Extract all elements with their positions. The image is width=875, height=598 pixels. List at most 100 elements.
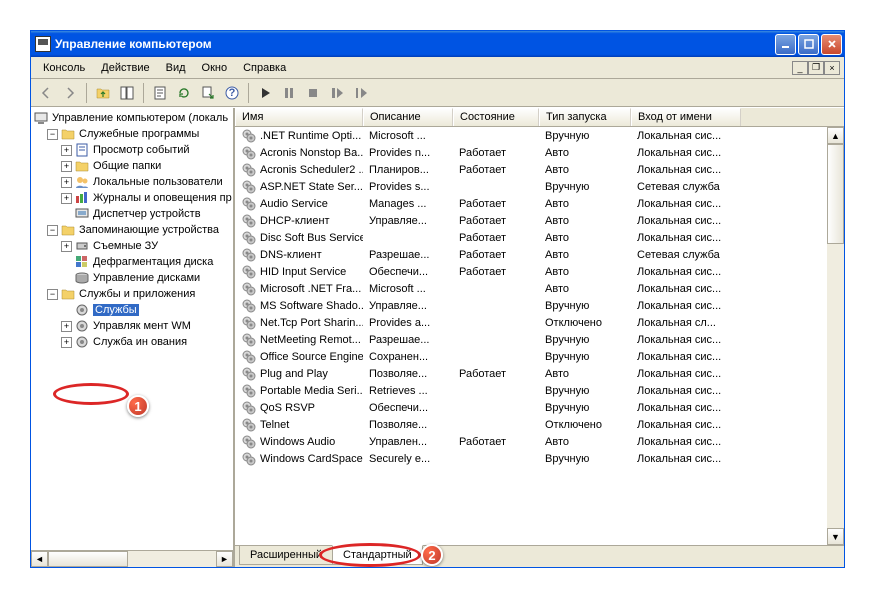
service-row[interactable]: Net.Tcp Port Sharin...Provides a...Отклю… [235, 314, 844, 331]
close-button[interactable] [821, 34, 842, 55]
export-button[interactable] [197, 82, 219, 104]
scroll-right-button[interactable]: ► [216, 551, 233, 567]
stop-service-button[interactable] [302, 82, 324, 104]
properties-button[interactable] [149, 82, 171, 104]
service-row[interactable]: Windows AudioУправлен...РаботаетАвтоЛока… [235, 433, 844, 450]
col-state[interactable]: Состояние [453, 108, 539, 126]
mdi-close[interactable]: × [824, 61, 840, 75]
service-logon: Локальная сис... [631, 147, 741, 159]
menu-console[interactable]: Консоль [35, 60, 93, 76]
scroll-up-button[interactable]: ▲ [827, 127, 844, 144]
col-logon[interactable]: Вход от имени [631, 108, 741, 126]
tree-item[interactable]: Службы [33, 302, 231, 318]
tree-item[interactable]: +Просмотр событий [33, 142, 231, 158]
service-row[interactable]: HID Input ServiceОбеспечи...РаботаетАвто… [235, 263, 844, 280]
tree-item[interactable]: +Общие папки [33, 158, 231, 174]
forward-button[interactable] [59, 82, 81, 104]
service-startup: Авто [539, 215, 631, 227]
service-logon: Локальная сис... [631, 164, 741, 176]
service-row[interactable]: MS Software Shado...Управляе...ВручнуюЛо… [235, 297, 844, 314]
service-row[interactable]: DNS-клиентРазрешае...РаботаетАвтоСетевая… [235, 246, 844, 263]
tree[interactable]: Управление компьютером (локаль −Служебны… [31, 108, 233, 550]
service-startup: Вручную [539, 300, 631, 312]
expand-toggle[interactable]: + [61, 145, 72, 156]
restart-service-button[interactable] [326, 82, 348, 104]
col-description[interactable]: Описание [363, 108, 453, 126]
vscrollbar[interactable]: ▲ ▼ [827, 127, 844, 545]
expand-toggle[interactable]: + [61, 177, 72, 188]
expand-toggle[interactable]: + [61, 241, 72, 252]
pause-service-button[interactable] [278, 82, 300, 104]
scroll-down-button[interactable]: ▼ [827, 528, 844, 545]
service-row[interactable]: NetMeeting Remot...Разрешае...ВручнуюЛок… [235, 331, 844, 348]
service-row[interactable]: .NET Runtime Opti...Microsoft ...Вручную… [235, 127, 844, 144]
expand-toggle[interactable]: + [61, 337, 72, 348]
hscroll-thumb[interactable] [48, 551, 128, 567]
service-row[interactable]: Office Source EngineСохранен...ВручнуюЛо… [235, 348, 844, 365]
service-row[interactable]: Acronis Scheduler2 ...Планиров...Работае… [235, 161, 844, 178]
mdi-minimize[interactable]: _ [792, 61, 808, 75]
service-row[interactable]: Portable Media Seri...Retrieves ...Вручн… [235, 382, 844, 399]
maximize-button[interactable] [798, 34, 819, 55]
tree-item[interactable]: +Локальные пользователи [33, 174, 231, 190]
service-row[interactable]: ASP.NET State Ser...Provides s...Вручную… [235, 178, 844, 195]
service-row[interactable]: Windows CardSpaceSecurely e...ВручнуюЛок… [235, 450, 844, 467]
service-logon: Локальная сис... [631, 385, 741, 397]
service-logon: Локальная сис... [631, 368, 741, 380]
expand-toggle[interactable]: + [61, 193, 72, 204]
svg-text:?: ? [229, 87, 236, 99]
tree-root[interactable]: Управление компьютером (локаль [33, 110, 231, 126]
tab-standard[interactable]: Стандартный [332, 545, 423, 565]
tree-pane: Управление компьютером (локаль −Служебны… [31, 108, 235, 567]
service-desc: Разрешае... [363, 334, 453, 346]
mdi-restore[interactable]: ❐ [808, 61, 824, 75]
tree-item[interactable]: +Журналы и оповещения пр [33, 190, 231, 206]
service-row[interactable]: TelnetПозволяе...ОтключеноЛокальная сис.… [235, 416, 844, 433]
up-button[interactable] [92, 82, 114, 104]
col-name[interactable]: Имя [235, 108, 363, 126]
service-row[interactable]: Acronis Nonstop Ba...Provides n...Работа… [235, 144, 844, 161]
tree-group[interactable]: −Запоминающие устройства [33, 222, 231, 238]
restart2-button[interactable] [350, 82, 372, 104]
service-startup: Отключено [539, 419, 631, 431]
tree-item[interactable]: Управление дисками [33, 270, 231, 286]
scroll-left-button[interactable]: ◄ [31, 551, 48, 567]
service-row[interactable]: Disc Soft Bus ServiceРаботаетАвтоЛокальн… [235, 229, 844, 246]
refresh-button[interactable] [173, 82, 195, 104]
expand-toggle[interactable]: + [61, 321, 72, 332]
service-state: Работает [453, 436, 539, 448]
minimize-button[interactable] [775, 34, 796, 55]
menu-action[interactable]: Действие [93, 60, 157, 76]
tree-item[interactable]: Диспетчер устройств [33, 206, 231, 222]
menu-window[interactable]: Окно [194, 60, 236, 76]
vscroll-thumb[interactable] [827, 144, 844, 244]
service-row[interactable]: Plug and PlayПозволяе...РаботаетАвтоЛока… [235, 365, 844, 382]
back-button[interactable] [35, 82, 57, 104]
menu-view[interactable]: Вид [158, 60, 194, 76]
tree-group[interactable]: −Служебные программы [33, 126, 231, 142]
tree-item[interactable]: +Управляк мент WM [33, 318, 231, 334]
service-desc: Управлен... [363, 436, 453, 448]
col-startup[interactable]: Тип запуска [539, 108, 631, 126]
service-row[interactable]: QoS RSVPОбеспечи...ВручнуюЛокальная сис.… [235, 399, 844, 416]
show-hide-tree-button[interactable] [116, 82, 138, 104]
service-row[interactable]: DHCP-клиентУправляе...РаботаетАвтоЛокаль… [235, 212, 844, 229]
expand-toggle[interactable]: + [61, 161, 72, 172]
service-row[interactable]: Microsoft .NET Fra...Microsoft ...АвтоЛо… [235, 280, 844, 297]
tab-extended[interactable]: Расширенный [239, 546, 333, 565]
tree-item[interactable]: +Съемные ЗУ [33, 238, 231, 254]
start-service-button[interactable] [254, 82, 276, 104]
menu-help[interactable]: Справка [235, 60, 294, 76]
service-list[interactable]: .NET Runtime Opti...Microsoft ...Вручную… [235, 127, 844, 545]
tree-group[interactable]: −Службы и приложения [33, 286, 231, 302]
service-row[interactable]: Audio ServiceManages ...РаботаетАвтоЛока… [235, 195, 844, 212]
titlebar[interactable]: Управление компьютером [31, 31, 844, 57]
service-logon: Локальная сл... [631, 317, 741, 329]
expand-toggle[interactable]: − [47, 225, 58, 236]
help-button[interactable]: ? [221, 82, 243, 104]
expand-toggle[interactable]: − [47, 129, 58, 140]
tree-item[interactable]: +Служба ин ования [33, 334, 231, 350]
tree-item[interactable]: Дефрагментация диска [33, 254, 231, 270]
tree-hscrollbar[interactable]: ◄ ► [31, 550, 233, 567]
expand-toggle[interactable]: − [47, 289, 58, 300]
